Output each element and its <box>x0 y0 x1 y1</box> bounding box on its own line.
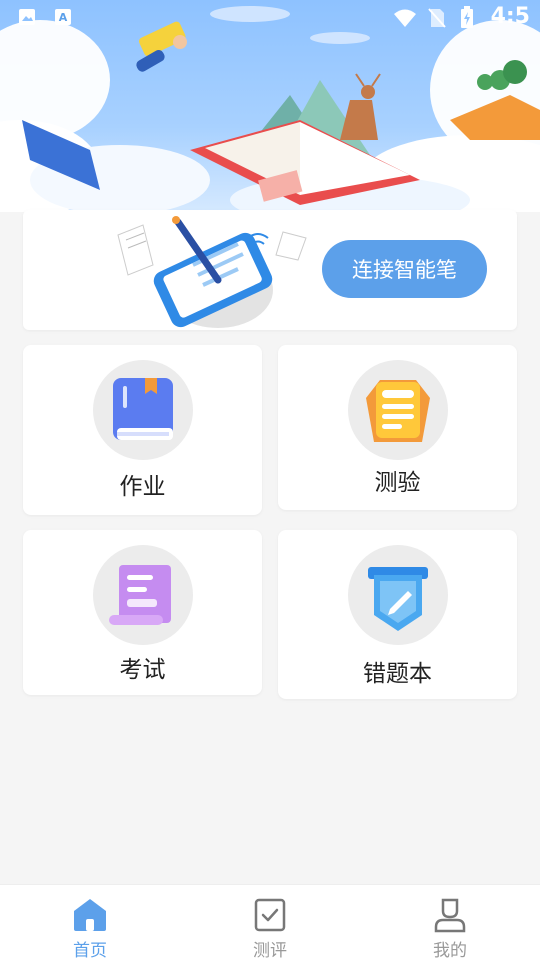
quiz-clipboard-icon <box>365 380 430 442</box>
checkbox-icon <box>254 898 286 932</box>
homework-label: 作业 <box>119 474 166 500</box>
mistake-notebook-icon <box>367 567 428 631</box>
wifi-icon <box>394 9 416 27</box>
nav-item-assessment[interactable]: 测评 <box>180 885 360 961</box>
mistake-notebook-tile[interactable]: 错题本 <box>278 530 517 699</box>
text-notification-icon: A <box>55 9 71 25</box>
exam-scroll-icon <box>108 565 171 625</box>
home-icon <box>74 899 106 931</box>
bottom-nav: 首页 测评 我的 <box>0 884 540 961</box>
status-time: 4:5 <box>490 4 530 29</box>
homework-book-icon <box>112 378 173 440</box>
mistake-notebook-icon-circle <box>347 545 448 645</box>
homework-tile[interactable]: 作业 <box>23 345 262 515</box>
user-icon <box>434 898 466 933</box>
exam-label: 考试 <box>119 657 166 683</box>
nav-item-profile[interactable]: 我的 <box>360 885 540 961</box>
header-banner: A 4:5 <box>0 0 540 212</box>
status-bar: A 4:5 <box>0 0 540 36</box>
mistake-notebook-label: 错题本 <box>363 661 432 687</box>
smart-pen-illustration <box>117 216 307 328</box>
quiz-label: 测验 <box>374 470 421 496</box>
exam-icon-circle <box>92 545 193 645</box>
nav-label-assessment: 测评 <box>253 941 287 961</box>
nav-item-home[interactable]: 首页 <box>0 885 180 961</box>
nav-label-home: 首页 <box>73 941 107 961</box>
quiz-icon-circle <box>347 360 448 460</box>
battery-charging-icon <box>461 6 473 28</box>
exam-tile[interactable]: 考试 <box>23 530 262 695</box>
nav-label-profile: 我的 <box>433 941 467 961</box>
svg-text:A: A <box>59 11 68 24</box>
homework-icon-circle <box>92 360 193 460</box>
quiz-tile[interactable]: 测验 <box>278 345 517 510</box>
connect-smart-pen-button[interactable]: 连接智能笔 <box>322 240 487 298</box>
image-notification-icon <box>19 9 35 25</box>
no-sim-icon <box>428 8 446 28</box>
